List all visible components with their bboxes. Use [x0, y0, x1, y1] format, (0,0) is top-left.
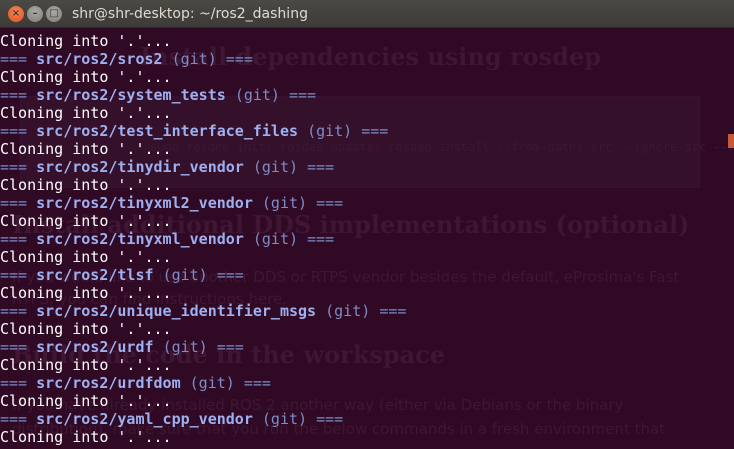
vcs-type: (git) [261, 410, 308, 428]
header-suffix: === [225, 50, 253, 68]
repo-path: src/ros2/unique_identifier_msgs [36, 302, 317, 320]
repo-header-line: === src/ros2/test_interface_files (git) … [0, 122, 406, 140]
terminal-window: × – □ shr@shr-desktop: ~/ros2_dashing In… [0, 0, 734, 449]
header-suffix: === [316, 194, 344, 212]
repo-path: src/ros2/tlsf [36, 266, 154, 284]
vcs-type: (git) [162, 338, 208, 356]
header-suffix: === [216, 266, 244, 284]
close-button[interactable]: × [8, 6, 24, 22]
repo-path: src/ros2/system_tests [36, 86, 226, 104]
header-prefix: === [0, 338, 28, 356]
minimize-button[interactable]: – [27, 6, 43, 22]
vcs-type: (git) [234, 86, 280, 104]
header-prefix: === [0, 86, 28, 104]
repo-path: src/ros2/sros2 [36, 50, 163, 68]
close-icon: × [11, 8, 21, 19]
maximize-button[interactable]: □ [46, 6, 62, 22]
terminal-output-line: Cloning into '.'... [0, 212, 172, 230]
header-suffix: === [289, 86, 317, 104]
terminal-area[interactable]: Install dependencies using rosdep sudo r… [0, 28, 734, 449]
repo-header-line: === src/ros2/system_tests (git) === [0, 86, 406, 104]
header-suffix: === [307, 230, 335, 248]
header-prefix: === [0, 122, 28, 140]
repo-header-line: === src/ros2/tinydir_vendor (git) === [0, 158, 406, 176]
terminal-output-line: Cloning into '.'... [0, 176, 172, 194]
repo-header-line: === src/ros2/urdfdom (git) === [0, 374, 406, 392]
terminal-output-line: Cloning into '.'... [0, 356, 172, 374]
header-prefix: === [0, 158, 28, 176]
terminal-output-line: Cloning into '.'... [0, 284, 172, 302]
vcs-type: (git) [162, 266, 208, 284]
vcs-type: (git) [189, 374, 235, 392]
repo-header-line: === src/ros2/tinyxml2_vendor (git) === [0, 194, 406, 212]
header-prefix: === [0, 230, 28, 248]
repo-header-line: === src/ros2/urdf (git) === [0, 338, 406, 356]
vcs-type: (git) [325, 302, 371, 320]
header-suffix: === [361, 122, 389, 140]
ghost-scroll-marker [728, 134, 734, 148]
title-bar[interactable]: × – □ shr@shr-desktop: ~/ros2_dashing [0, 0, 734, 28]
header-prefix: === [0, 410, 28, 428]
repo-header-line: === src/ros2/tlsf (git) === [0, 266, 406, 284]
repo-path: src/ros2/tinyxml2_vendor [36, 194, 253, 212]
repo-header-line: === src/ros2/yaml_cpp_vendor (git) === [0, 410, 406, 428]
repo-path: src/ros2/urdf [36, 338, 154, 356]
minimize-icon: – [32, 8, 38, 19]
vcs-type: (git) [307, 122, 353, 140]
header-prefix: === [0, 302, 28, 320]
repo-path: src/ros2/tinydir_vendor [36, 158, 244, 176]
header-suffix: === [243, 374, 271, 392]
header-prefix: === [0, 194, 28, 212]
vcs-type: (git) [252, 158, 299, 176]
header-prefix: === [0, 374, 28, 392]
vcs-type: (git) [252, 230, 299, 248]
repo-path: src/ros2/test_interface_files [36, 122, 299, 140]
header-prefix: === [0, 50, 28, 68]
terminal-output-line: Cloning into '.'... [0, 320, 172, 338]
terminal-output: Cloning into '.'... === src/ros2/sros2 (g… [0, 32, 406, 446]
repo-path: src/ros2/urdfdom [36, 374, 181, 392]
vcs-type: (git) [171, 50, 217, 68]
repo-header-line: === src/ros2/tinyxml_vendor (git) === [0, 230, 406, 248]
header-suffix: === [216, 338, 244, 356]
repo-path: src/ros2/tinyxml_vendor [36, 230, 244, 248]
header-suffix: === [316, 410, 344, 428]
terminal-output-line: Cloning into '.'... [0, 428, 172, 446]
repo-path: src/ros2/yaml_cpp_vendor [36, 410, 253, 428]
terminal-output-line: Cloning into '.'... [0, 140, 172, 158]
repo-header-line: === src/ros2/sros2 (git) === [0, 50, 406, 68]
header-suffix: === [307, 158, 335, 176]
terminal-output-line: Cloning into '.'... [0, 32, 172, 50]
window-title: shr@shr-desktop: ~/ros2_dashing [72, 6, 308, 22]
header-prefix: === [0, 266, 28, 284]
header-suffix: === [379, 302, 407, 320]
terminal-output-line: Cloning into '.'... [0, 392, 172, 410]
terminal-output-line: Cloning into '.'... [0, 248, 172, 266]
repo-header-line: === src/ros2/unique_identifier_msgs (git… [0, 302, 406, 320]
terminal-output-line: Cloning into '.'... [0, 68, 172, 86]
vcs-type: (git) [261, 194, 308, 212]
terminal-output-line: Cloning into '.'... [0, 104, 172, 122]
maximize-icon: □ [49, 8, 59, 19]
